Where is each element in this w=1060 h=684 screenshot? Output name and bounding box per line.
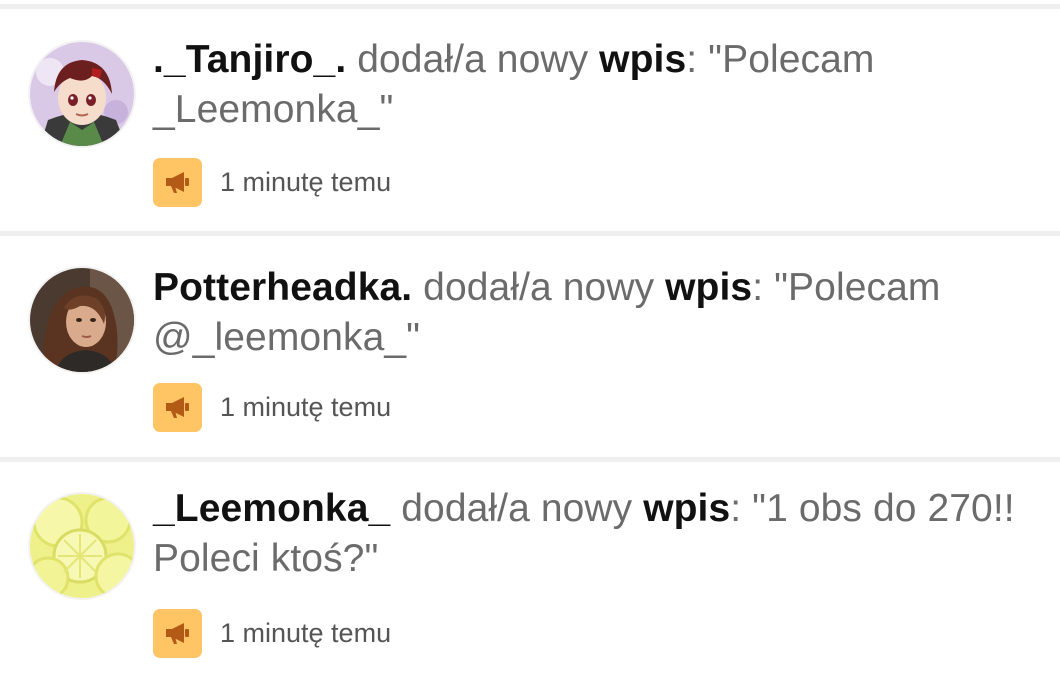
- anime-boy-avatar-icon: [30, 42, 134, 146]
- user-avatar[interactable]: [30, 494, 134, 598]
- feed-item[interactable]: Potterheadka. dodał/a nowy wpis: "Poleca…: [0, 236, 1060, 458]
- activity-meta: 1 minutę temu: [153, 157, 391, 207]
- lemon-slices-avatar-icon: [30, 494, 134, 598]
- activity-text: ._Tanjiro_. dodał/a nowy wpis: "Polecam …: [153, 35, 1033, 135]
- megaphone-icon: [165, 172, 189, 193]
- separator: :: [752, 266, 764, 309]
- timestamp: 1 minutę temu: [220, 166, 392, 197]
- separator: :: [730, 487, 742, 530]
- activity-meta: 1 minutę temu: [153, 382, 391, 432]
- timestamp: 1 minutę temu: [220, 617, 392, 648]
- post-type-link[interactable]: wpis: [599, 38, 686, 81]
- separator: :: [686, 38, 698, 81]
- activity-feed: ._Tanjiro_. dodał/a nowy wpis: "Polecam …: [0, 0, 1060, 665]
- user-avatar[interactable]: [30, 42, 134, 146]
- post-type-link[interactable]: wpis: [643, 487, 730, 530]
- action-text: dodał/a nowy: [357, 38, 589, 81]
- post-type-link[interactable]: wpis: [665, 266, 752, 309]
- megaphone-icon: [165, 623, 189, 644]
- username-link[interactable]: _Leemonka_: [153, 487, 390, 530]
- action-text: dodał/a nowy: [423, 266, 655, 309]
- activity-meta: 1 minutę temu: [153, 608, 391, 658]
- action-text: dodał/a nowy: [401, 487, 633, 530]
- portrait-photo-avatar-icon: [30, 268, 134, 372]
- feed-item[interactable]: _Leemonka_ dodał/a nowy wpis: "1 obs do …: [0, 462, 1060, 684]
- post-type-badge: [153, 382, 202, 432]
- timestamp: 1 minutę temu: [220, 391, 392, 422]
- activity-text: Potterheadka. dodał/a nowy wpis: "Poleca…: [153, 263, 1033, 363]
- user-avatar[interactable]: [30, 268, 134, 372]
- post-type-badge: [153, 608, 202, 658]
- activity-text: _Leemonka_ dodał/a nowy wpis: "1 obs do …: [153, 484, 1033, 584]
- username-link[interactable]: Potterheadka.: [153, 266, 412, 309]
- post-type-badge: [153, 157, 202, 207]
- username-link[interactable]: ._Tanjiro_.: [153, 38, 346, 81]
- megaphone-icon: [165, 397, 189, 418]
- feed-item[interactable]: ._Tanjiro_. dodał/a nowy wpis: "Polecam …: [0, 9, 1060, 231]
